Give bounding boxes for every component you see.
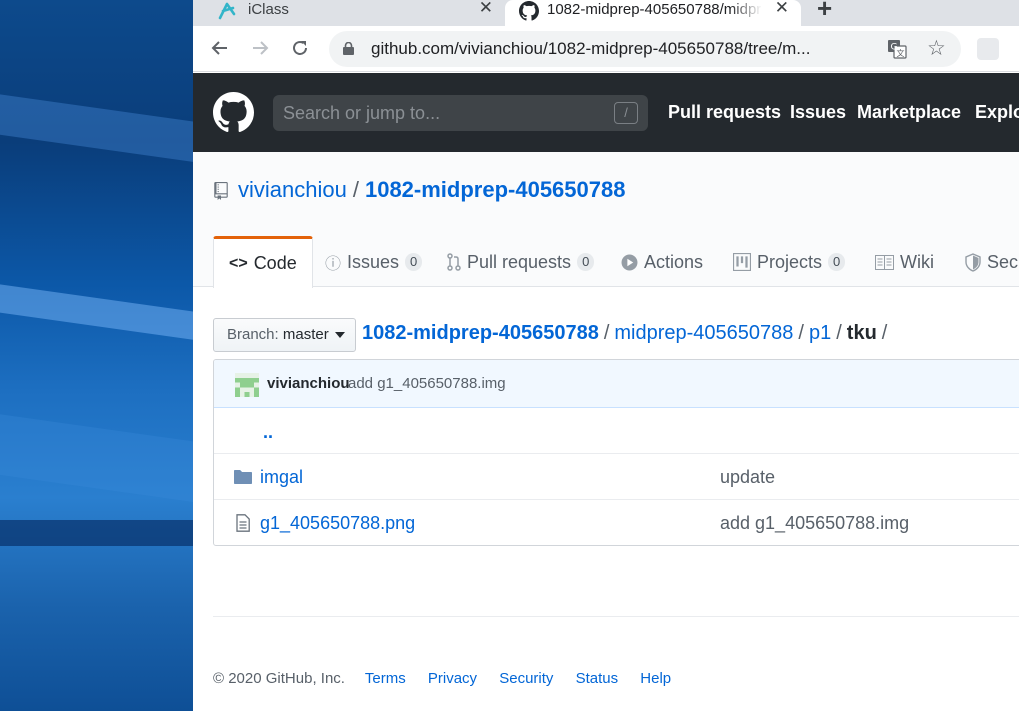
branch-name: master bbox=[282, 326, 329, 343]
breadcrumb-separator: / bbox=[603, 322, 610, 344]
search-input[interactable]: Search or jump to... / bbox=[273, 95, 648, 131]
tab-title: iClass bbox=[248, 1, 289, 18]
nav-explore[interactable]: Explore bbox=[975, 102, 1019, 123]
github-favicon-icon bbox=[519, 1, 539, 21]
code-icon: <> bbox=[229, 254, 248, 272]
breadcrumb-repo-link[interactable]: 1082-midprep-405650788 bbox=[362, 322, 599, 344]
tab-wiki-label: Wiki bbox=[900, 251, 934, 272]
breadcrumb-separator: / bbox=[836, 322, 842, 344]
file-commit-message[interactable]: add g1_405650788.img bbox=[720, 513, 909, 534]
desktop-wallpaper bbox=[0, 0, 193, 711]
footer-divider bbox=[213, 616, 1019, 617]
tab-security[interactable]: Security bbox=[965, 236, 1019, 288]
latest-commit-bar: vivianchiou add g1_405650788.img bbox=[214, 360, 1019, 408]
file-commit-message[interactable]: update bbox=[720, 467, 775, 488]
close-tab-icon[interactable]: ✕ bbox=[479, 0, 493, 16]
table-row: g1_405650788.png add g1_405650788.img bbox=[214, 500, 1019, 545]
footer-link-help[interactable]: Help bbox=[640, 670, 671, 687]
branch-label: Branch: bbox=[227, 326, 279, 343]
table-row: .. bbox=[214, 408, 1019, 454]
play-icon bbox=[621, 254, 638, 270]
tab-projects[interactable]: Projects 0 bbox=[733, 236, 846, 288]
breadcrumb-separator: / bbox=[881, 322, 888, 344]
breadcrumb-folder-link[interactable]: p1 bbox=[809, 322, 831, 344]
project-icon bbox=[733, 253, 751, 271]
iclass-favicon-icon bbox=[218, 2, 236, 20]
repo-title-separator: / bbox=[352, 177, 359, 202]
tab-issues-label: Issues bbox=[347, 251, 400, 272]
breadcrumb-folder-link[interactable]: midprep-405650788 bbox=[614, 322, 793, 344]
footer: © 2020 GitHub, Inc. Terms Privacy Securi… bbox=[213, 670, 689, 687]
tab-actions[interactable]: Actions bbox=[621, 236, 703, 288]
tab-title: 1082-midprep-405650788/midprep-405650788… bbox=[547, 1, 762, 18]
svg-text:文: 文 bbox=[897, 48, 905, 58]
tab-security-label: Security bbox=[987, 251, 1019, 272]
forward-arrow-icon[interactable] bbox=[248, 36, 272, 60]
bookmark-star-icon[interactable]: ☆ bbox=[927, 36, 946, 61]
repo-header: vivianchiou/1082-midprep-405650788 <> Co… bbox=[193, 152, 1019, 288]
file-name-link[interactable]: g1_405650788.png bbox=[260, 513, 415, 534]
issues-counter: 0 bbox=[405, 253, 423, 271]
caret-down-icon bbox=[334, 332, 345, 339]
projects-counter: 0 bbox=[828, 253, 846, 271]
tab-wiki[interactable]: Wiki bbox=[875, 236, 934, 288]
repo-name-link[interactable]: 1082-midprep-405650788 bbox=[365, 177, 626, 202]
nav-marketplace[interactable]: Marketplace bbox=[857, 102, 961, 123]
breadcrumb-separator: / bbox=[798, 322, 804, 344]
tab-strip: iClass ✕ 1082-midprep-405650788/midprep-… bbox=[193, 0, 1019, 26]
issue-opened-icon: ⓘ bbox=[325, 256, 342, 273]
folder-icon bbox=[234, 470, 252, 484]
book-icon bbox=[875, 254, 894, 270]
footer-copyright: © 2020 GitHub, Inc. bbox=[213, 670, 345, 687]
tab-code[interactable]: <> Code bbox=[213, 236, 313, 288]
tab-code-label: Code bbox=[253, 253, 297, 273]
translate-icon[interactable]: G 文 bbox=[887, 39, 907, 59]
tab-projects-label: Projects bbox=[757, 251, 823, 272]
browser-window: iClass ✕ 1082-midprep-405650788/midprep-… bbox=[193, 0, 1019, 711]
commit-author-link[interactable]: vivianchiou bbox=[267, 375, 350, 392]
parent-directory-link[interactable]: .. bbox=[263, 422, 273, 443]
footer-link-terms[interactable]: Terms bbox=[365, 670, 406, 687]
browser-toolbar: github.com/vivianchiou/1082-midprep-4056… bbox=[193, 26, 1019, 72]
extension-icon[interactable] bbox=[977, 38, 999, 60]
github-header: Search or jump to... / Pull requests Iss… bbox=[193, 73, 1019, 152]
file-name-link[interactable]: imgal bbox=[260, 467, 303, 488]
tab-iclass[interactable]: iClass ✕ bbox=[193, 0, 505, 26]
file-icon bbox=[236, 514, 250, 532]
shield-icon bbox=[965, 252, 981, 272]
breadcrumb-current: tku bbox=[846, 322, 877, 344]
nav-pull-requests[interactable]: Pull requests bbox=[668, 102, 781, 123]
breadcrumb: 1082-midprep-405650788/midprep-405650788… bbox=[362, 322, 892, 345]
tab-actions-label: Actions bbox=[644, 251, 704, 272]
repo-owner-link[interactable]: vivianchiou bbox=[238, 177, 347, 202]
tab-issues[interactable]: ⓘ Issues 0 bbox=[325, 236, 423, 288]
footer-link-status[interactable]: Status bbox=[576, 670, 619, 687]
tab-github-repo[interactable]: 1082-midprep-405650788/midprep-405650788… bbox=[505, 0, 801, 26]
table-row: imgal update bbox=[214, 454, 1019, 500]
close-tab-icon[interactable]: ✕ bbox=[775, 0, 789, 16]
url-text: github.com/vivianchiou/1082-midprep-4056… bbox=[371, 39, 811, 58]
back-arrow-icon[interactable] bbox=[208, 36, 232, 60]
address-bar[interactable]: github.com/vivianchiou/1082-midprep-4056… bbox=[329, 31, 961, 67]
footer-link-privacy[interactable]: Privacy bbox=[428, 670, 477, 687]
avatar[interactable] bbox=[235, 373, 259, 397]
git-pull-request-icon bbox=[447, 253, 461, 271]
commit-message-link[interactable]: add g1_405650788.img bbox=[348, 375, 506, 392]
pulls-counter: 0 bbox=[577, 253, 595, 271]
tab-pull-requests[interactable]: Pull requests 0 bbox=[447, 236, 595, 288]
reload-icon[interactable] bbox=[288, 36, 312, 60]
lock-icon bbox=[343, 42, 354, 55]
search-placeholder: Search or jump to... bbox=[283, 103, 441, 123]
new-tab-button[interactable]: + bbox=[817, 0, 832, 21]
repo-title: vivianchiou/1082-midprep-405650788 bbox=[238, 177, 625, 203]
branch-selector-button[interactable]: Branch: master bbox=[213, 318, 356, 352]
nav-issues[interactable]: Issues bbox=[790, 102, 846, 123]
tab-pulls-label: Pull requests bbox=[467, 251, 572, 272]
footer-link-security[interactable]: Security bbox=[499, 670, 553, 687]
repo-icon bbox=[214, 182, 228, 200]
search-shortcut-key: / bbox=[614, 102, 638, 124]
file-list: vivianchiou add g1_405650788.img .. imga… bbox=[213, 359, 1019, 546]
github-logo-icon[interactable] bbox=[213, 92, 254, 133]
